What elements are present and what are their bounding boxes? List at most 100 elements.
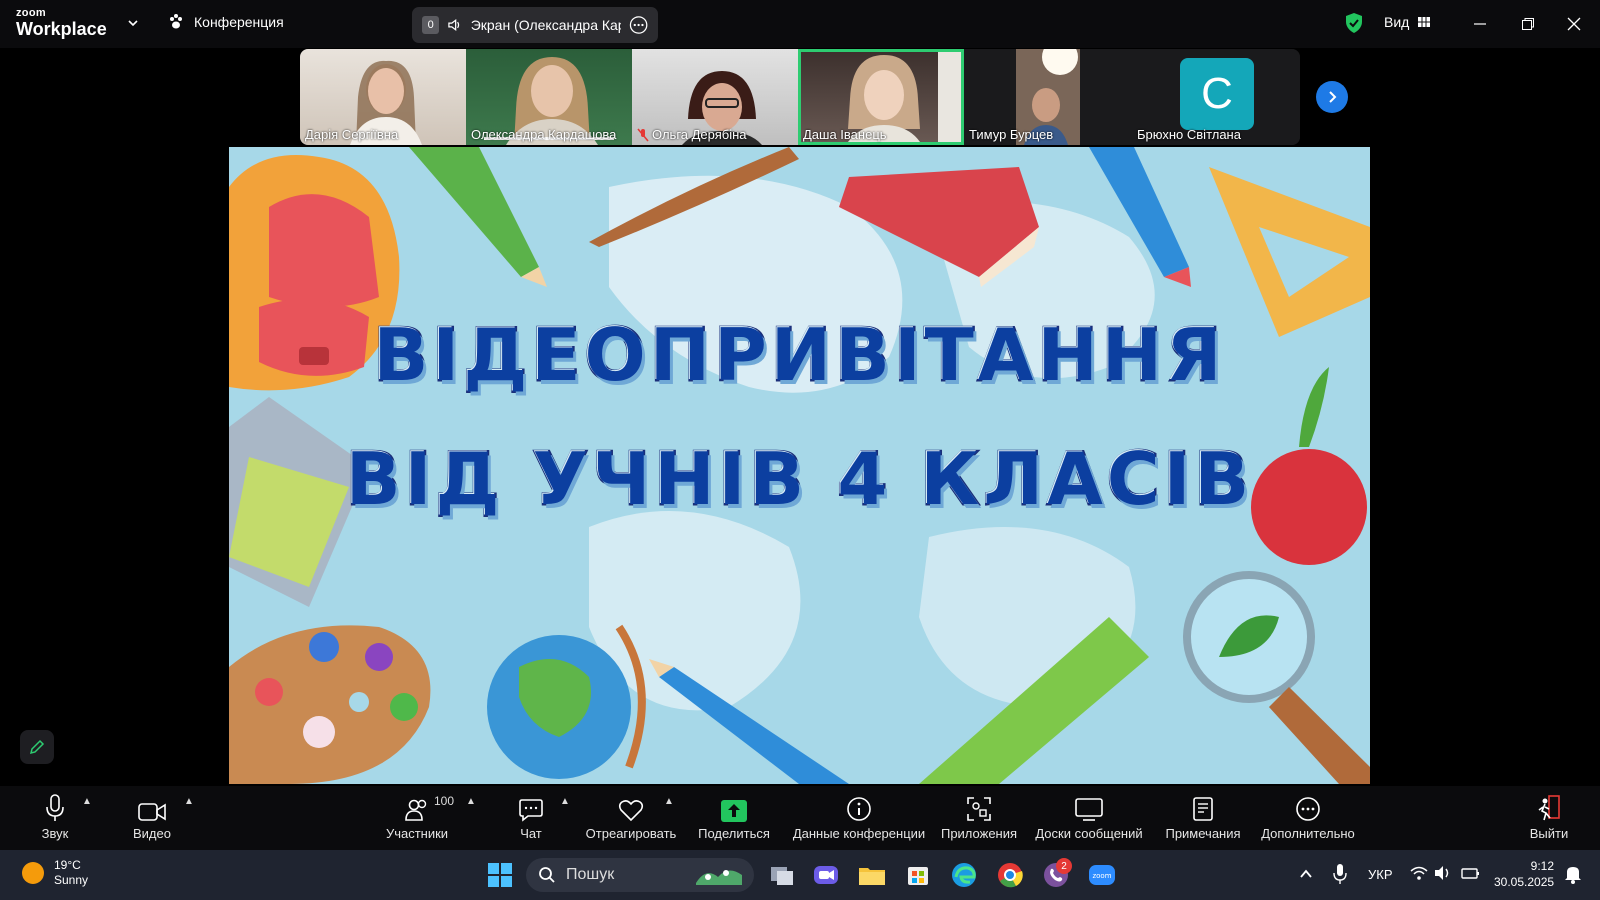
audio-options-caret[interactable]: ▲ xyxy=(82,796,92,807)
paw-icon xyxy=(170,14,182,29)
participant-name: Олександра Кардашова xyxy=(471,127,617,142)
show-hidden-icons-chevron-icon[interactable] xyxy=(1298,866,1314,882)
slide-title-line1: ВІДЕОПРИВІТАННЯ xyxy=(372,312,1226,399)
apps-icon xyxy=(967,797,991,821)
avatar: C xyxy=(1180,58,1254,130)
participants-count: 100 xyxy=(434,794,455,808)
close-icon xyxy=(1567,17,1581,31)
close-button[interactable] xyxy=(1562,12,1586,36)
weather-widget[interactable]: 19°C Sunny xyxy=(22,858,88,888)
security-shield-icon[interactable] xyxy=(1344,12,1364,34)
taskbar-search[interactable]: Пошук xyxy=(526,858,754,892)
leave-door-icon xyxy=(1538,795,1560,821)
leave-button[interactable]: Выйти xyxy=(1528,792,1570,841)
maximize-button[interactable] xyxy=(1516,12,1540,36)
meet-app-icon[interactable] xyxy=(810,859,842,891)
more-label: Дополнительно xyxy=(1261,826,1355,841)
slide-title-line2: ВІД УЧНІВ 4 КЛАСІВ xyxy=(344,436,1254,523)
shared-screen: ВІДЕОПРИВІТАННЯ ВІД УЧНІВ 4 КЛАСІВ xyxy=(229,147,1370,784)
participant-tile[interactable]: Дарія Сергіївна xyxy=(300,49,466,145)
chat-options-caret[interactable]: ▲ xyxy=(560,796,570,807)
apps-button[interactable]: Приложения xyxy=(940,792,1018,841)
chevron-down-icon[interactable] xyxy=(126,16,140,30)
zoom-app-icon[interactable]: zoom xyxy=(1086,859,1118,891)
conference-menu[interactable]: Конференция xyxy=(168,13,284,31)
windows-start-icon[interactable] xyxy=(484,859,516,891)
viber-badge: 2 xyxy=(1056,858,1072,874)
meeting-toolbar: Звук ▲ Видео ▲ Участники 100 ▲ Чат ▲ Отр… xyxy=(0,786,1600,850)
apps-label: Приложения xyxy=(940,826,1018,841)
minimize-button[interactable] xyxy=(1468,12,1492,36)
video-button[interactable]: Видео xyxy=(130,792,174,841)
share-screen-button[interactable]: Поделиться xyxy=(698,792,770,841)
task-view-icon[interactable] xyxy=(766,859,798,891)
chat-button[interactable]: Чат xyxy=(516,792,546,841)
meeting-info-label: Данные конференции xyxy=(792,826,926,841)
react-button[interactable]: Отреагировать xyxy=(586,792,676,841)
participant-name: Брюхно Світлана xyxy=(1137,127,1241,142)
tray-microphone-icon[interactable] xyxy=(1333,863,1347,885)
share-label: Экран (Олександра Кардашова) xyxy=(470,17,621,33)
participant-name: Тимур Бурцев xyxy=(969,127,1054,142)
audio-button[interactable]: Звук xyxy=(36,792,74,841)
participant-name: Ольга Дерябіна xyxy=(637,127,747,142)
wifi-icon[interactable] xyxy=(1410,865,1428,881)
clock-time: 9:12 xyxy=(1530,859,1554,873)
notes-button[interactable]: Примечания xyxy=(1164,792,1242,841)
gallery-strip: Дарія Сергіївна Олександра Кардашова Оль… xyxy=(300,49,1300,145)
sun-icon xyxy=(22,862,44,884)
participant-tile[interactable]: Тимур Бурцев xyxy=(964,49,1080,145)
weather-temp: 19°C xyxy=(54,858,81,872)
view-button[interactable]: Вид xyxy=(1384,14,1431,30)
react-label: Отреагировать xyxy=(585,826,677,841)
notifications-bell-icon[interactable] xyxy=(1564,864,1582,884)
participant-tile[interactable]: Ольга Дерябіна xyxy=(632,49,798,145)
notes-icon xyxy=(1193,797,1213,821)
clock[interactable]: 9:12 30.05.2025 xyxy=(1494,858,1554,890)
search-highlight-icon xyxy=(696,870,742,885)
minimize-icon xyxy=(1474,23,1486,25)
more-icon xyxy=(1296,797,1320,821)
file-explorer-icon[interactable] xyxy=(856,859,888,891)
battery-icon[interactable] xyxy=(1460,865,1480,881)
volume-icon[interactable] xyxy=(1434,865,1452,881)
weather-condition: Sunny xyxy=(54,873,89,887)
share-up-arrow-icon xyxy=(721,800,747,822)
share-label: Поделиться xyxy=(698,826,770,841)
share-number: 0 xyxy=(422,16,440,34)
audio-label: Звук xyxy=(41,826,69,841)
annotate-button[interactable] xyxy=(20,730,54,764)
search-icon xyxy=(539,867,555,883)
participants-label: Участники xyxy=(385,826,449,841)
microsoft-store-icon[interactable] xyxy=(902,859,934,891)
leave-label: Выйти xyxy=(1529,826,1569,841)
react-options-caret[interactable]: ▲ xyxy=(664,796,674,807)
video-label: Видео xyxy=(133,826,171,841)
participant-tile[interactable]: Олександра Кардашова xyxy=(466,49,632,145)
whiteboards-button[interactable]: Доски сообщений xyxy=(1034,792,1144,841)
next-page-button[interactable] xyxy=(1316,81,1348,113)
screen-share-indicator[interactable]: 0 Экран (Олександра Кардашова) xyxy=(412,7,658,43)
chat-icon xyxy=(519,799,543,822)
video-options-caret[interactable]: ▲ xyxy=(184,796,194,807)
meeting-info-button[interactable]: Данные конференции xyxy=(792,792,926,841)
view-label: Вид xyxy=(1384,14,1410,30)
clock-date: 30.05.2025 xyxy=(1494,875,1555,889)
participant-tile-active[interactable]: Даша Іванець xyxy=(798,49,964,145)
edge-browser-icon[interactable] xyxy=(948,859,980,891)
input-language[interactable]: УКР xyxy=(1368,867,1393,882)
more-button[interactable]: Дополнительно xyxy=(1260,792,1356,841)
participant-tile[interactable]: C Брюхно Світлана xyxy=(1080,49,1300,145)
logo-big: Workplace xyxy=(16,19,107,39)
zoom-logo: zoom Workplace xyxy=(16,7,107,39)
participants-icon xyxy=(405,799,427,821)
search-placeholder: Пошук xyxy=(566,866,615,883)
title-bar: zoom Workplace Конференция 0 Экран (Олек… xyxy=(0,0,1600,48)
more-options-icon[interactable] xyxy=(629,15,648,35)
participants-options-caret[interactable]: ▲ xyxy=(466,796,476,807)
heart-icon xyxy=(618,800,644,822)
logo-small: zoom xyxy=(16,7,46,19)
notes-label: Примечания xyxy=(1165,826,1241,841)
chrome-browser-icon[interactable] xyxy=(994,859,1026,891)
info-icon xyxy=(847,797,871,821)
